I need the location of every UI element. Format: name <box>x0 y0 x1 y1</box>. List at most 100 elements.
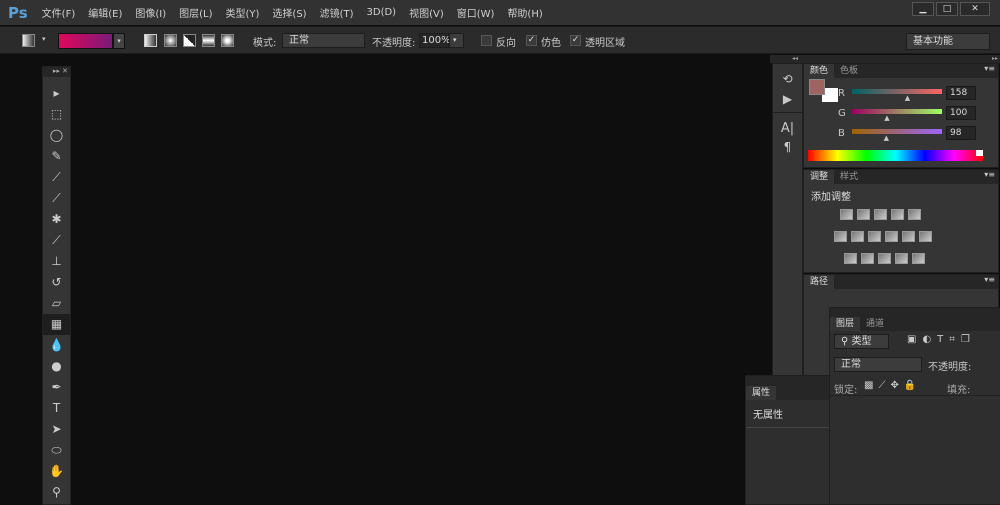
gradient-dropdown[interactable]: ▾ <box>113 33 125 49</box>
tool-preset-picker[interactable] <box>22 34 35 47</box>
tab-color[interactable]: 颜色 <box>804 64 835 78</box>
eyedropper-tool[interactable]: ⟋ <box>43 188 70 209</box>
g-input[interactable]: 100 <box>946 106 976 120</box>
b-slider[interactable] <box>852 129 942 134</box>
close-button[interactable]: ✕ <box>960 2 990 16</box>
r-slider[interactable] <box>852 89 942 94</box>
gradient-picker[interactable] <box>58 33 113 49</box>
linear-gradient-button[interactable] <box>144 34 157 47</box>
menu-filter[interactable]: 滤镜(T) <box>320 5 354 20</box>
dodge-tool[interactable]: ● <box>43 356 70 377</box>
g-slider[interactable] <box>852 109 942 114</box>
layers-panel-titlebar[interactable] <box>830 308 1000 317</box>
angle-gradient-button[interactable] <box>183 34 196 47</box>
maximize-button[interactable]: □ <box>936 2 958 16</box>
tab-swatches[interactable]: 色板 <box>834 64 864 78</box>
levels-icon[interactable] <box>857 209 870 220</box>
g-slider-thumb[interactable]: ▲ <box>884 114 889 122</box>
reflected-gradient-button[interactable] <box>202 34 215 47</box>
tab-adjustments[interactable]: 调整 <box>804 170 835 184</box>
tab-paths[interactable]: 路径 <box>804 275 835 289</box>
mode-select[interactable]: 正常 <box>282 33 365 48</box>
menu-3d[interactable]: 3D(D) <box>367 7 397 18</box>
hand-tool[interactable]: ✋ <box>43 461 70 482</box>
channel-mixer-icon[interactable] <box>902 231 915 242</box>
lock-icons[interactable]: ▩⟋✥🔒 <box>864 380 921 391</box>
actions-play-icon[interactable]: ▶ <box>773 92 802 106</box>
tab-layers[interactable]: 图层 <box>830 317 861 331</box>
selective-color-icon[interactable] <box>895 253 908 264</box>
menu-select[interactable]: 选择(S) <box>272 5 306 20</box>
character-icon[interactable]: A| <box>773 112 802 136</box>
ellipse-tool[interactable]: ⬭ <box>43 440 70 461</box>
exposure-icon[interactable] <box>891 209 904 220</box>
invert-icon[interactable] <box>844 253 857 264</box>
panel-menu-icon[interactable]: ▾≡ <box>984 64 998 78</box>
white-swatch[interactable] <box>976 150 983 156</box>
brightness-icon[interactable] <box>840 209 853 220</box>
dither-checkbox[interactable]: ✓ <box>526 35 537 46</box>
blend-mode-select[interactable]: 正常 <box>834 357 922 372</box>
reverse-checkbox[interactable] <box>481 35 492 46</box>
quick-select-tool[interactable]: ✎ <box>43 146 70 167</box>
paragraph-icon[interactable]: ¶ <box>773 140 802 154</box>
healing-tool[interactable]: ✱ <box>43 209 70 230</box>
marquee-tool[interactable]: ⬚ <box>43 104 70 125</box>
eraser-tool[interactable]: ▱ <box>43 293 70 314</box>
tab-properties[interactable]: 属性 <box>746 386 777 400</box>
radial-gradient-button[interactable] <box>164 34 177 47</box>
menu-window[interactable]: 窗口(W) <box>457 5 495 20</box>
menu-help[interactable]: 帮助(H) <box>507 5 542 20</box>
blur-tool[interactable]: 💧 <box>43 335 70 356</box>
r-input[interactable]: 158 <box>946 86 976 100</box>
tab-channels[interactable]: 通道 <box>860 317 890 331</box>
menu-image[interactable]: 图像(I) <box>135 5 166 20</box>
brush-tool[interactable]: ⟋ <box>43 230 70 251</box>
minimize-button[interactable]: ▁ <box>912 2 934 16</box>
menu-type[interactable]: 类型(Y) <box>226 5 260 20</box>
menu-view[interactable]: 视图(V) <box>409 5 444 20</box>
color-lookup-icon[interactable] <box>919 231 932 242</box>
color-spectrum-ramp[interactable] <box>808 150 983 161</box>
gradient-map-icon[interactable] <box>912 253 925 264</box>
opacity-dropdown[interactable]: ▾ <box>449 33 464 48</box>
vibrance-icon[interactable] <box>908 209 921 220</box>
transparency-checkbox[interactable]: ✓ <box>570 35 581 46</box>
curves-icon[interactable] <box>874 209 887 220</box>
b-slider-thumb[interactable]: ▲ <box>884 134 889 142</box>
properties-panel-titlebar[interactable] <box>746 376 829 386</box>
history-icon[interactable]: ⟲ <box>773 72 802 86</box>
menu-file[interactable]: 文件(F) <box>42 5 76 20</box>
posterize-icon[interactable] <box>861 253 874 264</box>
gradient-tool[interactable]: ▦ <box>43 314 70 335</box>
type-tool[interactable]: T <box>43 398 70 419</box>
toolbox-header[interactable]: ▸▸ ✕ <box>43 67 70 77</box>
path-select-tool[interactable]: ➤ <box>43 419 70 440</box>
stamp-tool[interactable]: ⊥ <box>43 251 70 272</box>
tab-styles[interactable]: 样式 <box>834 170 864 184</box>
history-brush-tool[interactable]: ↺ <box>43 272 70 293</box>
crop-tool[interactable]: ⟋ <box>43 167 70 188</box>
threshold-icon[interactable] <box>878 253 891 264</box>
chevron-down-icon[interactable]: ▾ <box>42 35 46 43</box>
filter-icons[interactable]: ▣◐T⌗❐ <box>907 334 976 345</box>
foreground-color-swatch[interactable] <box>809 79 825 95</box>
dock-header[interactable]: ◂◂ ▸▸ <box>770 55 1000 63</box>
b-input[interactable]: 98 <box>946 126 976 140</box>
black-white-icon[interactable] <box>868 231 881 242</box>
color-balance-icon[interactable] <box>851 231 864 242</box>
r-slider-thumb[interactable]: ▲ <box>905 94 910 102</box>
layer-filter-select[interactable]: ⚲ 类型 <box>834 334 889 349</box>
menu-edit[interactable]: 编辑(E) <box>88 5 122 20</box>
diamond-gradient-button[interactable] <box>221 34 234 47</box>
panel-menu-icon[interactable]: ▾≡ <box>984 170 998 184</box>
lasso-tool[interactable]: ◯ <box>43 125 70 146</box>
opacity-input[interactable]: 100% <box>419 33 451 48</box>
hue-saturation-icon[interactable] <box>834 231 847 242</box>
menu-layer[interactable]: 图层(L) <box>179 5 212 20</box>
workspace-select[interactable]: 基本功能 <box>906 33 990 50</box>
pen-tool[interactable]: ✒ <box>43 377 70 398</box>
panel-menu-icon[interactable]: ▾≡ <box>984 275 998 289</box>
zoom-tool[interactable]: ⚲ <box>43 482 70 503</box>
move-tool[interactable]: ▸ <box>43 83 70 104</box>
